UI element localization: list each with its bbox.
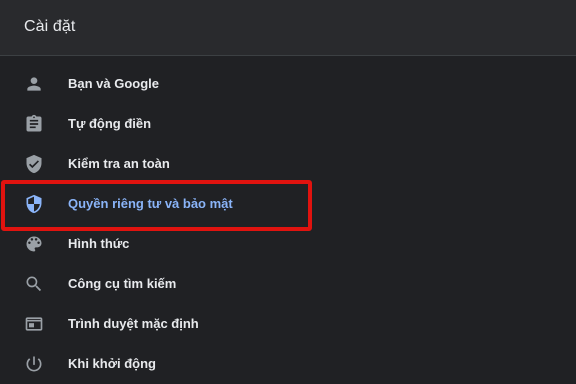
browser-icon (24, 314, 44, 334)
nav-item-privacy-security[interactable]: Quyền riêng tư và bảo mật (0, 184, 576, 224)
nav-item-label: Bạn và Google (68, 76, 160, 91)
power-icon (24, 354, 44, 374)
page-title: Cài đặt (24, 18, 76, 35)
search-icon (24, 274, 44, 294)
nav-item-label: Khi khởi động (68, 356, 156, 371)
nav-item-label: Hình thức (68, 236, 130, 251)
settings-window: Cài đặt Bạn và Google Tự động điền Kiểm … (0, 0, 576, 384)
nav-item-on-startup[interactable]: Khi khởi động (0, 344, 576, 384)
nav-item-label: Quyền riêng tư và bảo mật (68, 196, 233, 211)
nav-item-you-and-google[interactable]: Bạn và Google (0, 64, 576, 104)
nav-item-label: Trình duyệt mặc định (68, 316, 199, 331)
shield-check-icon (24, 154, 44, 174)
person-icon (24, 74, 44, 94)
settings-header: Cài đặt (0, 0, 576, 56)
nav-item-search-engine[interactable]: Công cụ tìm kiếm (0, 264, 576, 304)
nav-item-label: Tự động điền (68, 116, 152, 131)
shield-icon (24, 194, 44, 214)
clipboard-icon (24, 114, 44, 134)
settings-nav-menu: Bạn và Google Tự động điền Kiểm tra an t… (0, 64, 576, 384)
nav-item-default-browser[interactable]: Trình duyệt mặc định (0, 304, 576, 344)
nav-item-appearance[interactable]: Hình thức (0, 224, 576, 264)
nav-item-label: Công cụ tìm kiếm (68, 276, 177, 291)
nav-item-safety-check[interactable]: Kiểm tra an toàn (0, 144, 576, 184)
nav-item-autofill[interactable]: Tự động điền (0, 104, 576, 144)
nav-item-label: Kiểm tra an toàn (68, 156, 170, 171)
palette-icon (24, 234, 44, 254)
